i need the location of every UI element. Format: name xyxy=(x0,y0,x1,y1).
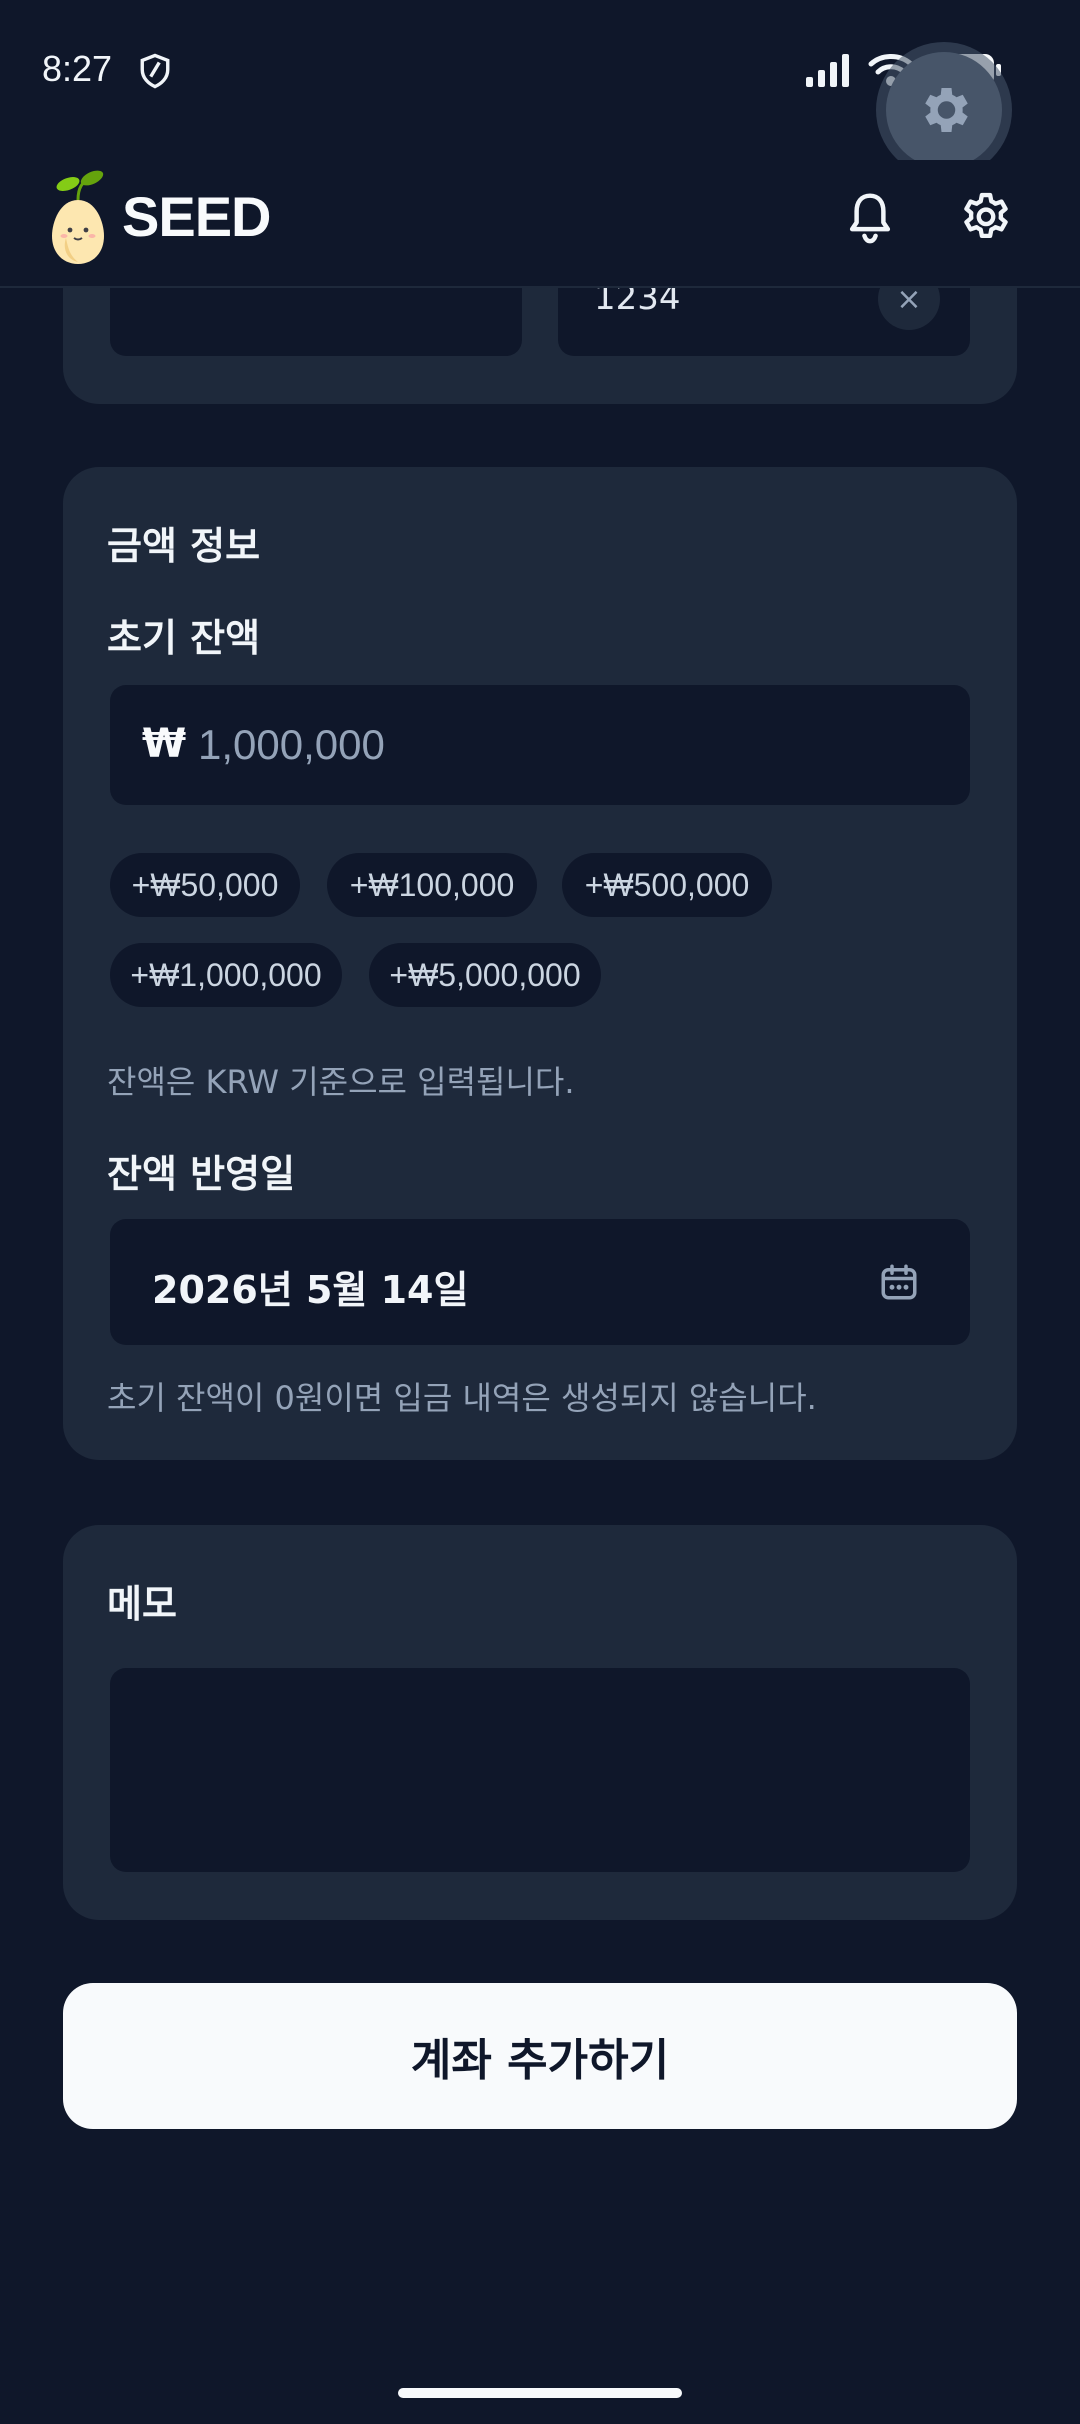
quick-add-chip[interactable]: +₩500,000 xyxy=(562,853,772,917)
gear-icon xyxy=(925,88,968,132)
memo-card: 메모 xyxy=(63,1525,1017,1920)
app-header: SEED xyxy=(0,160,1080,288)
bell-icon xyxy=(849,193,891,244)
home-indicator xyxy=(398,2388,682,2398)
signal-icon xyxy=(806,54,849,87)
shield-icon xyxy=(140,53,170,89)
status-time: 8:27 xyxy=(42,48,113,89)
settings-button[interactable] xyxy=(952,184,1020,252)
currency-hint: 잔액은 KRW 기준으로 입력됩니다. xyxy=(107,1063,575,1101)
currency-symbol: ₩ xyxy=(142,721,187,767)
add-account-button[interactable]: 계좌 추가하기 xyxy=(63,1983,1017,2129)
quick-add-chip[interactable]: +₩1,000,000 xyxy=(110,943,342,1007)
amount-info-card: 금액 정보 초기 잔액 ₩ 1,000,000 +₩50,000 +₩100,0… xyxy=(63,467,1017,1460)
balance-date-label: 잔액 반영일 xyxy=(107,1152,296,1196)
quick-add-chip[interactable]: +₩50,000 xyxy=(110,853,300,917)
balance-date-value: 2026년 5월 14일 xyxy=(152,1268,469,1312)
quick-add-chip[interactable]: +₩100,000 xyxy=(327,853,537,917)
initial-balance-input[interactable]: ₩ 1,000,000 xyxy=(110,685,970,805)
settings-icon xyxy=(964,192,1008,239)
app-brand: SEED xyxy=(122,185,271,248)
calendar-icon xyxy=(881,1264,917,1300)
seed-logo xyxy=(52,170,104,264)
notifications-button[interactable] xyxy=(836,184,904,252)
amount-placeholder: 1,000,000 xyxy=(198,721,385,768)
initial-balance-label: 초기 잔액 xyxy=(107,616,261,660)
quick-add-chip[interactable]: +₩5,000,000 xyxy=(369,943,601,1007)
memo-textarea[interactable] xyxy=(110,1668,970,1872)
memo-title: 메모 xyxy=(107,1582,177,1626)
balance-date-picker[interactable]: 2026년 5월 14일 xyxy=(110,1219,970,1345)
floating-settings-button[interactable] xyxy=(876,42,1012,178)
amount-section-title: 금액 정보 xyxy=(107,524,261,568)
zero-balance-hint: 초기 잔액이 0원이면 입금 내역은 생성되지 않습니다. xyxy=(107,1379,817,1417)
